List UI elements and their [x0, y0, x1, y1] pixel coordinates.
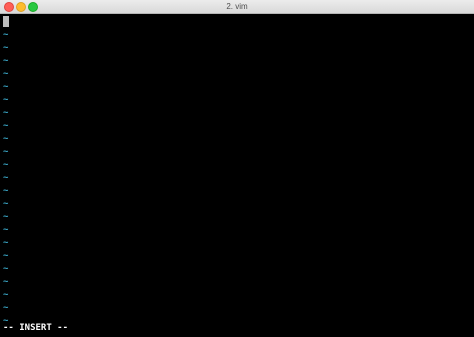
vim-editor[interactable]: -- INSERT -- ~ ~ ~ ~ ~ ~ ~ ~ ~ ~ ~ ~ ~ ~ ~ ~ ~ ~ ~ ~ ~ ~ ~: [0, 14, 474, 337]
empty-line-tilde: ~: [3, 303, 9, 313]
text-cursor: [3, 16, 9, 27]
empty-line-tilde: ~: [3, 134, 9, 144]
empty-line-tilde: ~: [3, 290, 9, 300]
empty-line-tilde: ~: [3, 43, 9, 53]
empty-line-tilde: ~: [3, 264, 9, 274]
empty-line-tilde: ~: [3, 108, 9, 118]
empty-line-tilde: ~: [3, 147, 9, 157]
empty-line-tilde: ~: [3, 82, 9, 92]
empty-line-tilde: ~: [3, 173, 9, 183]
empty-line-tilde: ~: [3, 30, 9, 40]
terminal-window: 2. vim -- INSERT -- ~ ~ ~ ~ ~ ~ ~ ~ ~ ~ ~ ~ ~ ~ ~ ~ ~ ~ ~ ~…: [0, 0, 474, 337]
empty-line-tilde: ~: [3, 238, 9, 248]
empty-line-tilde: ~: [3, 160, 9, 170]
title-bar[interactable]: 2. vim: [0, 0, 474, 14]
empty-line-tilde: ~: [3, 69, 9, 79]
window-title: 2. vim: [226, 2, 248, 11]
empty-line-tilde: ~: [3, 186, 9, 196]
empty-line-tilde: ~: [3, 277, 9, 287]
empty-line-tilde: ~: [3, 199, 9, 209]
empty-line-tilde: ~: [3, 225, 9, 235]
empty-line-tilde: ~: [3, 95, 9, 105]
empty-line-tilde: ~: [3, 212, 9, 222]
empty-line-tilde: ~: [3, 56, 9, 66]
empty-line-tilde: ~: [3, 121, 9, 131]
empty-line-tilde: ~: [3, 251, 9, 261]
empty-line-tilde: ~: [3, 316, 9, 326]
